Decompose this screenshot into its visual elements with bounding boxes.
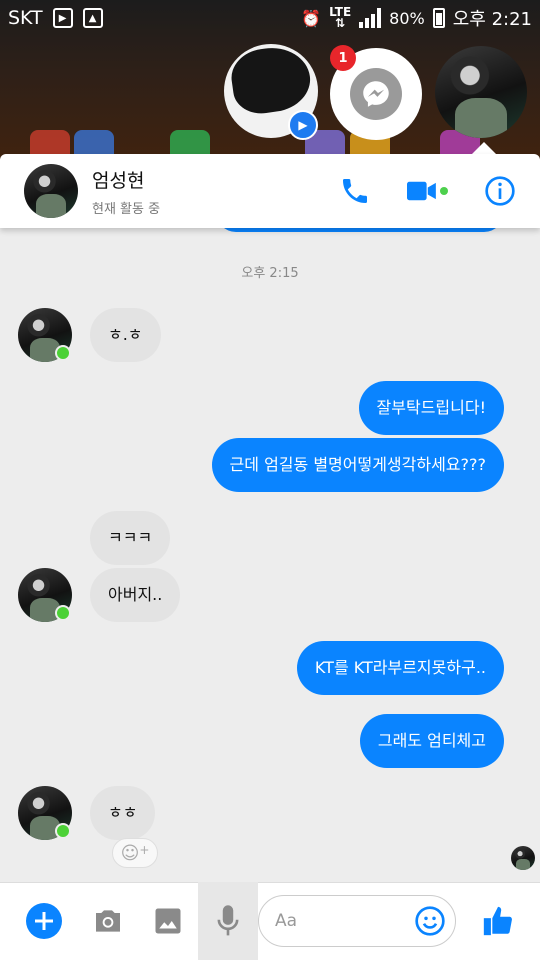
online-indicator bbox=[55, 823, 71, 839]
camera-icon[interactable] bbox=[78, 882, 138, 960]
unread-badge: 1 bbox=[330, 45, 356, 71]
info-icon[interactable] bbox=[484, 175, 516, 207]
phone-icon[interactable] bbox=[339, 175, 371, 207]
message-input[interactable] bbox=[275, 911, 405, 931]
outgoing-message[interactable]: 잘부탁드립니다! bbox=[358, 381, 504, 435]
outgoing-message[interactable]: 근데 엄길동 별명어떻게생각하세요??? bbox=[211, 438, 504, 492]
online-indicator bbox=[55, 345, 71, 361]
conversation-timestamp: 오후 2:15 bbox=[241, 266, 299, 281]
video-camera-icon bbox=[407, 181, 436, 201]
clock: 오후 2:21 bbox=[452, 9, 532, 30]
header-pointer bbox=[472, 142, 496, 154]
add-reaction-button[interactable]: ☺+ bbox=[112, 838, 158, 868]
incoming-message[interactable]: ㅎㅎ bbox=[90, 786, 156, 840]
battery-percent: 80% bbox=[389, 8, 425, 28]
plus-icon[interactable] bbox=[14, 882, 74, 960]
play-icon: ▶ bbox=[288, 110, 318, 140]
alarm-icon: ⏰ bbox=[301, 8, 322, 28]
microphone-icon[interactable] bbox=[198, 882, 258, 960]
avatar[interactable] bbox=[24, 164, 78, 218]
activity-status: 현재 활동 중 bbox=[92, 201, 161, 217]
messenger-logo-icon bbox=[350, 68, 402, 120]
signal-icon bbox=[359, 8, 382, 28]
seen-receipt-avatar bbox=[511, 846, 535, 870]
outgoing-message[interactable]: KT를 KT라부르지못하구.. bbox=[296, 641, 504, 695]
scribble-redaction bbox=[227, 44, 315, 118]
media-play-icon: ▶ bbox=[52, 8, 73, 28]
incoming-message[interactable]: ㅋㅋㅋ bbox=[90, 511, 171, 565]
contact-name[interactable]: 엄성현 bbox=[92, 166, 160, 193]
gallery-icon: ▲ bbox=[82, 8, 103, 28]
emoji-icon[interactable] bbox=[400, 882, 460, 960]
network-indicator: LTE ⇅ bbox=[329, 5, 352, 30]
incoming-message[interactable]: 아버지.. bbox=[90, 568, 181, 622]
video-call-button[interactable] bbox=[407, 179, 448, 203]
online-dot bbox=[440, 187, 448, 195]
carrier-label: SKT bbox=[8, 7, 43, 29]
outgoing-message[interactable]: 그래도 엄티체고 bbox=[359, 714, 504, 768]
image-icon[interactable] bbox=[138, 882, 198, 960]
online-indicator bbox=[55, 605, 71, 621]
thumbs-up-icon[interactable] bbox=[468, 882, 528, 960]
smiley-plus-icon: ☺+ bbox=[120, 842, 150, 864]
chat-head-contact-avatar[interactable] bbox=[435, 46, 527, 138]
incoming-message[interactable]: ㅎ.ㅎ bbox=[90, 308, 161, 362]
battery-icon bbox=[432, 8, 445, 28]
conversation-header: 엄성현 현재 활동 중 bbox=[0, 154, 540, 228]
status-bar: SKT ▶ ▲ ⏰ LTE ⇅ 80% 오후 2:21 bbox=[0, 0, 540, 36]
